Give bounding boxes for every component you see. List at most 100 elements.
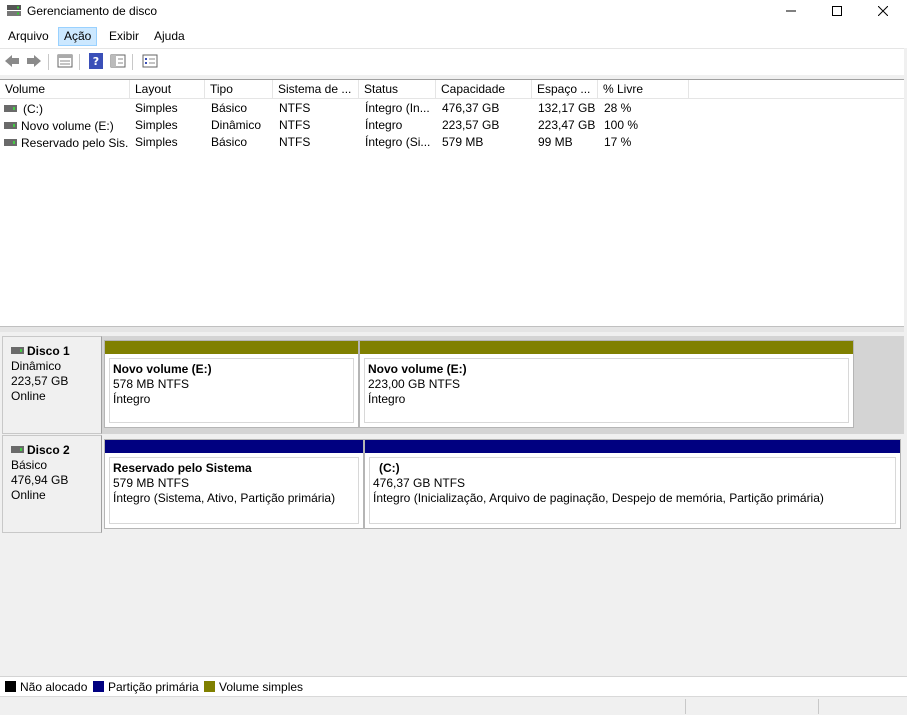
forward-icon: [26, 54, 42, 71]
volume-type: Dinâmico: [211, 118, 262, 132]
volume-name: (C:): [23, 102, 43, 116]
volume-icon: [4, 117, 17, 129]
primary-partition-bar: [105, 440, 363, 453]
col-capacidade[interactable]: Capacidade: [436, 80, 532, 99]
help-button[interactable]: ?: [86, 52, 106, 72]
back-button[interactable]: [2, 53, 22, 71]
partition-status: Íntegro: [368, 392, 406, 406]
maximize-button[interactable]: [814, 0, 860, 24]
primary-partition-bar: [365, 440, 900, 453]
col-espaco[interactable]: Espaço ...: [532, 80, 598, 99]
volume-name: Novo volume (E:): [21, 119, 114, 133]
properties-icon: [57, 54, 73, 71]
volume-layout: Simples: [135, 118, 178, 132]
volume-name: Reservado pelo Sis...: [21, 136, 128, 150]
disk1-type: Dinâmico: [11, 359, 62, 373]
help-icon: ?: [89, 52, 103, 72]
volume-layout: Simples: [135, 135, 178, 149]
partition-name: Reservado pelo Sistema: [113, 461, 252, 475]
col-status[interactable]: Status: [359, 80, 436, 99]
disk2-name: Disco 2: [27, 443, 70, 457]
partition-name: (C:): [379, 461, 400, 475]
disk1-size: 223,57 GB: [11, 374, 69, 388]
partition-name: Novo volume (E:): [113, 362, 212, 376]
legend-label: Não alocado: [20, 680, 88, 694]
disk2-partition-1[interactable]: Reservado pelo Sistema 579 MB NTFS Ínteg…: [104, 439, 364, 529]
partition-size: 579 MB NTFS: [113, 476, 190, 490]
disk2-size: 476,94 GB: [11, 473, 69, 487]
disk2-type: Básico: [11, 458, 48, 472]
partition-status: Íntegro (Sistema, Ativo, Partição primár…: [113, 491, 336, 505]
minimize-icon: [786, 5, 796, 19]
disk1-label[interactable]: Disco 1 Dinâmico 223,57 GB Online: [2, 336, 102, 434]
disk-icon: [11, 442, 24, 453]
maximize-icon: [832, 5, 842, 19]
partition-name: Novo volume (E:): [368, 362, 467, 376]
volume-layout: Simples: [135, 101, 178, 115]
title-bar: Gerenciamento de disco: [0, 0, 907, 24]
back-icon: [4, 54, 20, 71]
minimize-button[interactable]: [768, 0, 814, 24]
menu-acao[interactable]: Ação: [58, 27, 98, 46]
partition-size: 578 MB NTFS: [113, 377, 190, 391]
col-sistema[interactable]: Sistema de ...: [273, 80, 359, 99]
volume-pct-free: 100 %: [604, 118, 639, 132]
legend-primary-partition: Partição primária: [93, 680, 199, 694]
menu-exibir[interactable]: Exibir: [104, 27, 144, 46]
volume-icon: [4, 100, 17, 112]
disk2-label[interactable]: Disco 2 Básico 476,94 GB Online: [2, 435, 102, 533]
legend-unallocated: Não alocado: [5, 680, 87, 694]
volume-icon: [4, 134, 17, 146]
column-header: Volume Layout Tipo Sistema de ... Status…: [0, 80, 904, 99]
disk2-partition-2[interactable]: (C:) 476,37 GB NTFS Íntegro (Inicializaç…: [364, 439, 901, 529]
col-layout[interactable]: Layout: [130, 80, 205, 99]
svg-text:?: ?: [93, 55, 99, 68]
close-button[interactable]: [860, 0, 906, 24]
volume-fs: NTFS: [279, 101, 311, 115]
properties-button[interactable]: [55, 53, 75, 71]
partition-size: 476,37 GB NTFS: [373, 476, 466, 490]
partition-size: 223,00 GB NTFS: [368, 377, 461, 391]
disk1-state: Online: [11, 389, 46, 403]
disk-icon: [11, 343, 24, 354]
list-icon: [142, 54, 158, 71]
volume-free: 99 MB: [538, 135, 573, 149]
simple-volume-bar: [360, 341, 853, 354]
volume-fs: NTFS: [279, 118, 311, 132]
toolbar: ?: [0, 48, 907, 75]
col-volume[interactable]: Volume: [0, 80, 130, 99]
volume-capacity: 476,37 GB: [442, 101, 500, 115]
show-hide-button[interactable]: [108, 53, 128, 71]
volume-status: Íntegro (In...: [365, 101, 430, 115]
forward-button[interactable]: [24, 53, 44, 71]
col-livre[interactable]: % Livre: [598, 80, 689, 99]
primary-partition-swatch: [93, 681, 104, 692]
table-row[interactable]: (C:) Simples Básico NTFS Íntegro (In... …: [0, 100, 904, 117]
volume-fs: NTFS: [279, 135, 311, 149]
volume-type: Básico: [211, 101, 248, 115]
simple-volume-bar: [105, 341, 358, 354]
legend-label: Volume simples: [219, 680, 304, 694]
table-row[interactable]: Novo volume (E:) Simples Dinâmico NTFS Í…: [0, 117, 904, 134]
menu-ajuda[interactable]: Ajuda: [149, 27, 190, 46]
unallocated-swatch: [5, 681, 16, 692]
volume-pct-free: 17 %: [604, 135, 632, 149]
disk-graphical-view: Disco 1 Dinâmico 223,57 GB Online Novo v…: [0, 332, 907, 672]
volume-status: Íntegro: [365, 118, 403, 132]
table-row[interactable]: Reservado pelo Sis... Simples Básico NTF…: [0, 134, 904, 151]
partition-status: Íntegro: [113, 392, 151, 406]
disk1-partition-2[interactable]: Novo volume (E:) 223,00 GB NTFS Íntegro: [359, 340, 854, 428]
legend-simple-volume: Volume simples: [204, 680, 303, 694]
window-title: Gerenciamento de disco: [27, 4, 158, 18]
volume-status: Íntegro (Si...: [365, 135, 431, 149]
list-button[interactable]: [140, 53, 160, 71]
col-tipo[interactable]: Tipo: [205, 80, 273, 99]
volume-list: Volume Layout Tipo Sistema de ... Status…: [0, 79, 904, 326]
disk2-state: Online: [11, 488, 46, 502]
volume-free: 132,17 GB: [538, 101, 596, 115]
disk1-partition-1[interactable]: Novo volume (E:) 578 MB NTFS Íntegro: [104, 340, 359, 428]
menu-arquivo[interactable]: Arquivo: [3, 27, 54, 46]
volume-capacity: 223,57 GB: [442, 118, 500, 132]
disk-management-app-icon: [6, 4, 22, 18]
partition-status: Íntegro (Inicialização, Arquivo de pagin…: [373, 491, 824, 505]
